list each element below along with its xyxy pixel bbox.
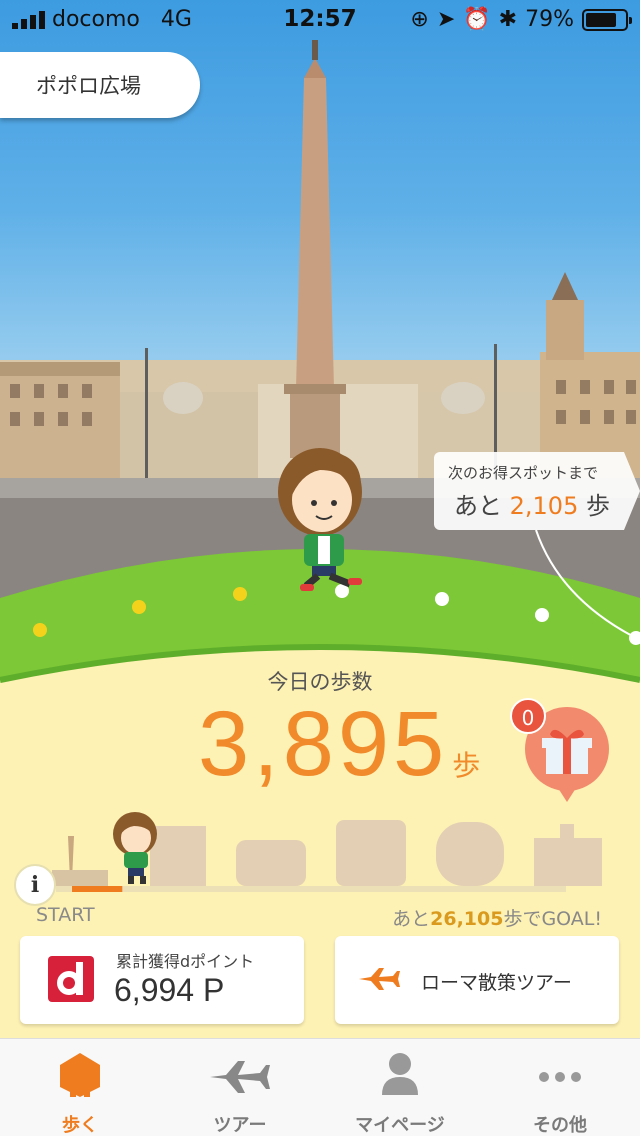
d-point-logo-icon [48, 956, 94, 1002]
landmark-silhouettes [150, 820, 602, 886]
tab-walk-label: 歩く [62, 1115, 98, 1136]
bluetooth-icon: ✱ [498, 7, 518, 32]
next-spot-prefix: あと [454, 492, 502, 520]
tour-progress-track [52, 812, 602, 892]
rotation-lock-icon: ⊕ [410, 7, 429, 32]
tab-tour-label: ツアー [213, 1115, 267, 1136]
status-bar: docomo 4G 12:57 ⊕ ➤ ⏰ ✱ 79% [0, 0, 640, 40]
d-points-value: 6,994 P [114, 972, 225, 1008]
info-button[interactable]: i [14, 864, 56, 906]
location-name: ポポロ広場 [36, 74, 141, 98]
more-dots-icon [539, 1072, 581, 1082]
tab-tour[interactable]: ツアー [160, 1039, 320, 1136]
today-steps-unit: 歩 [452, 749, 481, 782]
gift-count-badge: 0 [510, 698, 546, 734]
next-spot-unit: 歩 [586, 492, 610, 520]
tab-other[interactable]: その他 [480, 1039, 640, 1136]
goal-remaining: あと26,105歩でGOAL! [392, 904, 602, 931]
airplane-icon [359, 968, 400, 990]
rome-tour-card[interactable]: ローマ散策ツアー [335, 936, 619, 1024]
walk-hexagon-icon [60, 1053, 100, 1097]
next-spot-remaining: あと 2,105 歩 [454, 486, 610, 521]
start-label: START [36, 904, 95, 926]
goal-steps: 26,105 [430, 908, 504, 930]
d-points-card[interactable]: 累計獲得dポイント 6,994 P [20, 936, 304, 1024]
today-steps: 3,895 歩 [198, 692, 480, 802]
progress-fill [72, 886, 123, 892]
tab-other-label: その他 [533, 1115, 587, 1136]
start-landmark [52, 836, 108, 886]
location-name-pill[interactable]: ポポロ広場 [0, 52, 200, 118]
rome-tour-label: ローマ散策ツアー [421, 972, 572, 994]
battery-percent: 79% [525, 7, 574, 32]
battery-fill [586, 12, 617, 27]
tab-walk[interactable]: 歩く [0, 1039, 160, 1136]
tab-bar: 歩く ツアー マイページ その他 [0, 1038, 640, 1136]
tab-mypage[interactable]: マイページ [320, 1039, 480, 1136]
airplane-icon [210, 1061, 270, 1093]
goal-suffix: 歩でGOAL! [503, 908, 602, 930]
today-steps-count: 3,895 [198, 693, 449, 795]
goal-prefix: あと [392, 908, 431, 930]
next-spot-arrow [624, 452, 640, 530]
person-icon [382, 1053, 418, 1095]
tab-mypage-label: マイページ [355, 1115, 445, 1136]
next-spot-steps: 2,105 [509, 492, 579, 520]
next-spot-callout[interactable]: 次のお得スポットまで あと 2,105 歩 [434, 452, 640, 530]
alarm-icon: ⏰ [463, 7, 491, 32]
next-spot-label: 次のお得スポットまで [448, 464, 599, 482]
d-points-label: 累計獲得dポイント [116, 952, 255, 971]
status-right: ⊕ ➤ ⏰ ✱ 79% [410, 7, 632, 32]
battery-icon [582, 8, 632, 31]
location-arrow-icon: ➤ [436, 7, 456, 32]
